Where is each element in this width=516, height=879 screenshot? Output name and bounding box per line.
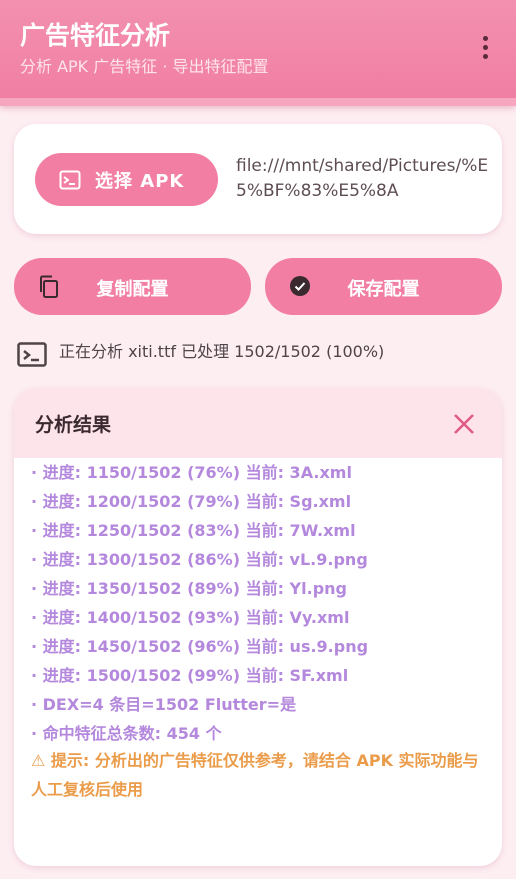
copy-config-label: 复制配置 — [96, 279, 169, 300]
log-line: · 进度: 1400/1502 (93%) 当前: Vy.xml — [31, 608, 350, 627]
log-line: · 进度: 1450/1502 (96%) 当前: us.9.png — [31, 637, 369, 656]
select-apk-label: 选择 APK — [95, 170, 185, 192]
more-dot — [482, 35, 488, 41]
selected-file-path: file:///mnt/shared/Pictures/%E5%BF%83%E5… — [236, 156, 489, 201]
app-bar-divider — [0, 98, 516, 106]
log-line: · 进度: 1300/1502 (86%) 当前: vL.9.png — [31, 550, 368, 569]
close-icon[interactable] — [448, 408, 480, 440]
log-line: · 进度: 1200/1502 (79%) 当前: Sg.xml — [31, 492, 352, 511]
warning-note: ⚠ 提示: 分析出的广告特征仅供参考，请结合 APK 实际功能与人工复核后使用 — [31, 751, 479, 799]
status-text: 正在分析 xiti.ttf 已处理 1502/1502 (100%) — [59, 342, 385, 361]
app-bar: 广告特征分析 分析 APK 广告特征 · 导出特征配置 — [0, 0, 516, 106]
select-apk-button[interactable]: 选择 APK — [35, 153, 218, 206]
copy-config-button[interactable]: 复制配置 — [14, 258, 251, 315]
log-line: · DEX=4 条目=1502 Flutter=是 — [31, 695, 297, 714]
log-line: · 命中特征总条数: 454 个 — [31, 724, 222, 743]
results-log: · 进度: 1150/1502 (76%) 当前: 3A.xml · 进度: 1… — [31, 458, 491, 748]
results-card: 分析结果 · 进度: 1150/1502 (76%) 当前: 3A.xml · … — [14, 388, 502, 866]
more-dot — [482, 53, 488, 59]
more-dot — [482, 44, 488, 50]
log-line: · 进度: 1350/1502 (89%) 当前: Yl.png — [31, 579, 348, 598]
page-title: 广告特征分析 — [20, 21, 171, 50]
results-header: 分析结果 — [14, 388, 502, 458]
save-config-button[interactable]: 保存配置 — [265, 258, 502, 315]
source-card: 选择 APK file:///mnt/shared/Pictures/%E5%B… — [14, 124, 502, 234]
more-vert-icon[interactable] — [468, 30, 502, 64]
terminal-icon — [59, 170, 81, 189]
log-line: · 进度: 1500/1502 (99%) 当前: SF.xml — [31, 666, 349, 685]
log-line: · 进度: 1150/1502 (76%) 当前: 3A.xml — [31, 463, 352, 482]
results-title: 分析结果 — [35, 414, 112, 436]
status-row: 正在分析 xiti.ttf 已处理 1502/1502 (100%) — [17, 338, 507, 368]
terminal-icon — [17, 342, 47, 367]
save-config-label: 保存配置 — [347, 279, 420, 300]
log-line: · 进度: 1250/1502 (83%) 当前: 7W.xml — [31, 521, 356, 540]
page-subtitle: 分析 APK 广告特征 · 导出特征配置 — [20, 57, 269, 76]
